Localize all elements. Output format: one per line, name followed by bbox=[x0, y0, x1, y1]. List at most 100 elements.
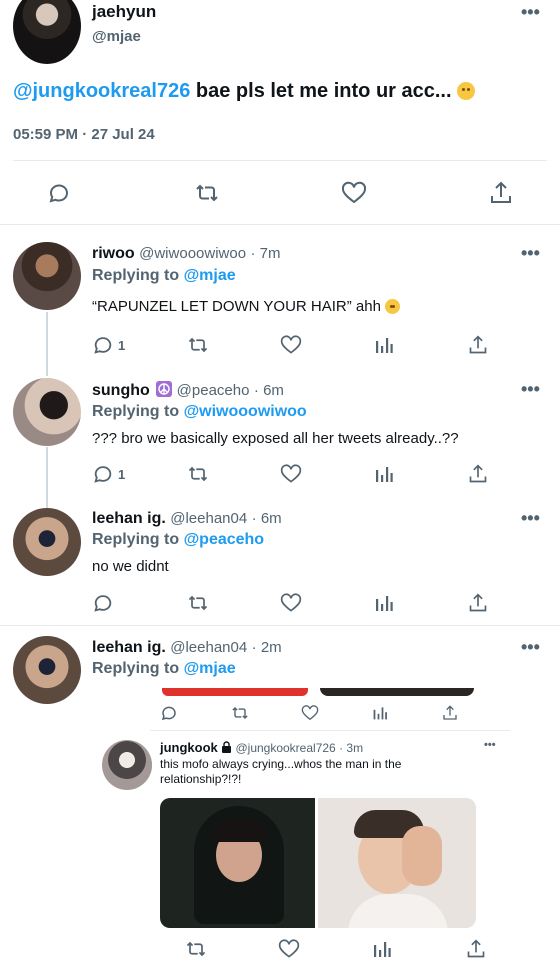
comment-bubble-icon[interactable] bbox=[47, 181, 71, 210]
time: · 2m bbox=[251, 639, 282, 656]
display-name[interactable]: riwoo bbox=[92, 245, 135, 262]
replying-handle[interactable]: @mjae bbox=[184, 267, 236, 284]
analytics-icon[interactable] bbox=[372, 939, 392, 960]
time: · 6m bbox=[253, 382, 284, 399]
analytics-icon[interactable] bbox=[372, 705, 388, 726]
more-dots-icon[interactable]: ••• bbox=[521, 2, 540, 23]
share-icon[interactable] bbox=[489, 180, 513, 211]
reply-button[interactable]: 1 bbox=[92, 334, 125, 356]
thread-line bbox=[46, 447, 48, 511]
reply-text: ??? bro we basically exposed all her twe… bbox=[92, 430, 459, 447]
comment-bubble-icon[interactable] bbox=[92, 592, 114, 619]
photo-facepalm[interactable] bbox=[318, 798, 476, 928]
mention-link[interactable]: @jungkookreal726 bbox=[13, 80, 190, 102]
heart-icon[interactable] bbox=[341, 181, 367, 210]
handle[interactable]: @wiwooowiwoo bbox=[139, 245, 246, 262]
handle[interactable]: @jungkookreal726 bbox=[235, 741, 335, 755]
time: · 7m bbox=[250, 245, 281, 262]
photo-crying-hooded[interactable] bbox=[160, 798, 315, 928]
avatar[interactable] bbox=[13, 378, 81, 446]
retweet-icon[interactable] bbox=[186, 463, 210, 490]
analytics-icon[interactable] bbox=[374, 593, 394, 618]
analytics-icon[interactable] bbox=[374, 464, 394, 489]
more-dots-icon[interactable]: ••• bbox=[484, 739, 496, 751]
heart-icon[interactable] bbox=[280, 334, 302, 361]
pensive-emoji-icon bbox=[385, 299, 401, 314]
comment-bubble-icon bbox=[94, 337, 112, 354]
handle[interactable]: @peaceho bbox=[177, 382, 250, 399]
cropped-image-strip bbox=[162, 688, 308, 696]
replying-to: Replying to @peaceho bbox=[92, 531, 264, 549]
avatar[interactable] bbox=[13, 0, 81, 64]
reply-header: riwoo @wiwooowiwoo · 7m bbox=[92, 245, 281, 263]
heart-icon[interactable] bbox=[278, 938, 300, 960]
replying-handle[interactable]: @wiwooowiwoo bbox=[184, 403, 307, 420]
replying-label: Replying to bbox=[92, 267, 180, 284]
quoted-header: jungkook @jungkookreal726 · 3m bbox=[160, 740, 363, 756]
reply-count: 1 bbox=[118, 337, 126, 353]
handle[interactable]: @leehan04 bbox=[170, 639, 247, 656]
handle[interactable]: @leehan04 bbox=[170, 510, 247, 527]
cropped-image-strip bbox=[320, 688, 474, 696]
more-dots-icon[interactable]: ••• bbox=[521, 508, 540, 529]
tweet-timestamp[interactable]: 05:59 PM · 27 Jul 24 bbox=[13, 126, 155, 143]
reply-action-bar: 1 bbox=[92, 463, 492, 487]
display-name[interactable]: jaehyun bbox=[92, 2, 156, 22]
thread-line bbox=[46, 312, 48, 376]
quoted-avatar[interactable] bbox=[102, 740, 152, 790]
reply-header: leehan ig. @leehan04 · 2m bbox=[92, 639, 282, 657]
embedded-action-bar-bottom bbox=[150, 938, 510, 960]
more-dots-icon[interactable]: ••• bbox=[521, 637, 540, 658]
quoted-text: this mofo always crying...whos the man i… bbox=[160, 757, 401, 787]
replying-handle[interactable]: @mjae bbox=[184, 660, 236, 677]
divider bbox=[150, 730, 510, 731]
reply-button[interactable]: 1 bbox=[92, 463, 125, 485]
more-dots-icon[interactable]: ••• bbox=[521, 243, 540, 264]
replying-handle[interactable]: @peaceho bbox=[184, 531, 265, 548]
tweet-text: @jungkookreal726 bae pls let me into ur … bbox=[13, 80, 476, 103]
share-icon[interactable] bbox=[468, 463, 488, 490]
display-name[interactable]: jungkook bbox=[160, 740, 218, 755]
analytics-icon[interactable] bbox=[374, 335, 394, 360]
reply-text: “RAPUNZEL LET DOWN YOUR HAIR” ahh bbox=[92, 298, 401, 315]
handle[interactable]: @mjae bbox=[92, 28, 141, 45]
reply-action-bar bbox=[92, 592, 492, 616]
divider bbox=[13, 160, 547, 161]
avatar[interactable] bbox=[13, 508, 81, 576]
more-dots-icon[interactable]: ••• bbox=[521, 379, 540, 400]
embedded-action-bar bbox=[160, 704, 460, 724]
reply-header: leehan ig. @leehan04 · 6m bbox=[92, 510, 282, 528]
share-icon[interactable] bbox=[468, 334, 488, 361]
tweet-body: bae pls let me into ur acc... bbox=[190, 80, 452, 102]
display-name[interactable]: sungho bbox=[92, 382, 150, 399]
display-name[interactable]: leehan ig. bbox=[92, 510, 166, 527]
display-name[interactable]: leehan ig. bbox=[92, 639, 166, 656]
quoted-text-line: relationship?!?! bbox=[160, 772, 242, 786]
avatar[interactable] bbox=[13, 242, 81, 310]
retweet-icon[interactable] bbox=[230, 704, 250, 727]
comment-bubble-icon[interactable] bbox=[160, 704, 178, 727]
retweet-icon[interactable] bbox=[186, 592, 210, 619]
share-icon[interactable] bbox=[468, 592, 488, 619]
replying-label: Replying to bbox=[92, 403, 180, 420]
retweet-icon[interactable] bbox=[193, 181, 221, 210]
embedded-screenshot[interactable]: jungkook @jungkookreal726 · 3m ••• this … bbox=[150, 688, 510, 960]
frowning-emoji-icon bbox=[457, 82, 476, 100]
share-icon[interactable] bbox=[442, 704, 458, 727]
divider bbox=[0, 625, 560, 626]
reply-text: no we didnt bbox=[92, 558, 169, 575]
retweet-icon[interactable] bbox=[184, 938, 208, 960]
time: · 3m bbox=[339, 741, 364, 755]
avatar[interactable] bbox=[13, 636, 81, 704]
heart-icon[interactable] bbox=[280, 463, 302, 490]
share-icon[interactable] bbox=[466, 938, 486, 960]
peace-badge-icon bbox=[156, 381, 173, 397]
reply-body: “RAPUNZEL LET DOWN YOUR HAIR” ahh bbox=[92, 298, 381, 315]
heart-icon[interactable] bbox=[301, 704, 319, 727]
replying-to: Replying to @wiwooowiwoo bbox=[92, 403, 307, 421]
retweet-icon[interactable] bbox=[186, 334, 210, 361]
heart-icon[interactable] bbox=[280, 592, 302, 619]
divider bbox=[0, 224, 560, 225]
lock-icon bbox=[221, 741, 232, 756]
replying-label: Replying to bbox=[92, 660, 180, 677]
